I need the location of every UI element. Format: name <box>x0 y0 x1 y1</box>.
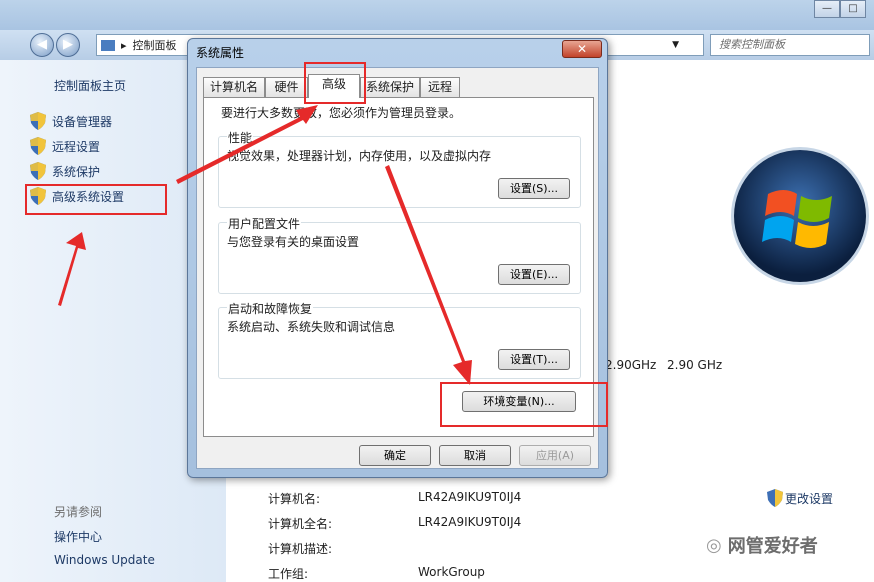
full-name-label: 计算机全名: <box>268 517 333 531</box>
tab-hardware[interactable]: 硬件 <box>265 77 308 97</box>
watermark: ◎ 网管爱好者 <box>706 532 818 558</box>
breadcrumb[interactable]: 控制面板 <box>133 37 177 53</box>
address-dropdown-icon[interactable]: ▼ <box>672 40 679 50</box>
watermark-text: 网管爱好者 <box>727 536 818 557</box>
sidebar-item-system-protection[interactable]: 系统保护 <box>30 162 100 180</box>
cpu-speed: 2.90GHz <box>605 358 657 372</box>
apply-button[interactable]: 应用(A) <box>519 445 591 466</box>
workgroup-label: 工作组: <box>268 567 309 581</box>
see-also-action-center[interactable]: 操作中心 <box>54 528 102 545</box>
sidebar-item-remote-settings[interactable]: 远程设置 <box>30 137 100 155</box>
window-controls: — □ <box>814 0 866 18</box>
full-name-value: LR42A9IKU9T0IJ4 <box>418 515 522 529</box>
startup-recovery-title: 启动和故障恢复 <box>227 300 314 317</box>
back-button[interactable]: ◀ <box>30 33 54 57</box>
sidebar-item-device-manager[interactable]: 设备管理器 <box>30 112 112 130</box>
tab-remote[interactable]: 远程 <box>420 77 460 97</box>
performance-title: 性能 <box>227 129 254 146</box>
user-profiles-title: 用户配置文件 <box>227 215 302 232</box>
window-titlebar: — □ <box>0 0 874 30</box>
computer-name-value: LR42A9IKU9T0IJ4 <box>418 490 522 504</box>
admin-note: 要进行大多数更改，您必须作为管理员登录。 <box>221 106 462 120</box>
description-label: 计算机描述: <box>268 542 333 556</box>
breadcrumb-separator: ▸ <box>121 38 127 52</box>
performance-group: 性能 视觉效果，处理器计划，内存使用，以及虚拟内存 设置(S)... <box>218 129 581 208</box>
folder-icon <box>101 39 115 51</box>
user-profiles-group: 用户配置文件 与您登录有关的桌面设置 设置(E)... <box>218 215 581 294</box>
close-button[interactable]: ✕ <box>562 40 602 58</box>
user-profiles-desc: 与您登录有关的桌面设置 <box>227 235 360 249</box>
ok-button[interactable]: 确定 <box>359 445 431 466</box>
sidebar-item-label: 远程设置 <box>52 139 101 154</box>
forward-button[interactable]: ▶ <box>56 33 80 57</box>
shield-icon <box>30 162 46 180</box>
wechat-icon: ◎ <box>706 534 722 556</box>
startup-recovery-settings-button[interactable]: 设置(T)... <box>498 349 570 370</box>
highlight-env-button <box>440 382 608 427</box>
sidebar-item-label: 系统保护 <box>52 164 101 179</box>
performance-settings-button[interactable]: 设置(S)... <box>498 178 570 199</box>
performance-desc: 视觉效果，处理器计划，内存使用，以及虚拟内存 <box>227 149 492 163</box>
sidebar-item-label: 设备管理器 <box>52 114 113 129</box>
tab-system-protection[interactable]: 系统保护 <box>360 77 420 97</box>
change-settings-label: 更改设置 <box>785 491 834 506</box>
highlight-advanced-settings <box>25 184 167 215</box>
cancel-button[interactable]: 取消 <box>439 445 511 466</box>
minimize-button[interactable]: — <box>814 0 840 18</box>
shield-icon <box>767 489 783 507</box>
cpu-speed-actual: 2.90 GHz <box>667 358 723 372</box>
startup-recovery-group: 启动和故障恢复 系统启动、系统失败和调试信息 设置(T)... <box>218 300 581 379</box>
windows-logo <box>734 150 866 282</box>
maximize-button[interactable]: □ <box>840 0 866 18</box>
dialog-title: 系统属性 <box>196 46 245 60</box>
search-input[interactable]: 搜索控制面板 <box>710 34 870 56</box>
workgroup-value: WorkGroup <box>418 565 485 579</box>
see-also-heading: 另请参阅 <box>54 505 103 519</box>
shield-icon <box>30 112 46 130</box>
user-profiles-settings-button[interactable]: 设置(E)... <box>498 264 570 285</box>
tab-computer-name[interactable]: 计算机名 <box>203 77 265 97</box>
shield-icon <box>30 137 46 155</box>
see-also-windows-update[interactable]: Windows Update <box>54 553 155 567</box>
sidebar-home-link[interactable]: 控制面板主页 <box>54 77 126 94</box>
computer-name-label: 计算机名: <box>268 492 321 506</box>
startup-recovery-desc: 系统启动、系统失败和调试信息 <box>227 320 396 334</box>
change-settings-link[interactable]: 更改设置 <box>767 489 833 507</box>
tab-advanced[interactable]: 高级 <box>308 74 360 98</box>
